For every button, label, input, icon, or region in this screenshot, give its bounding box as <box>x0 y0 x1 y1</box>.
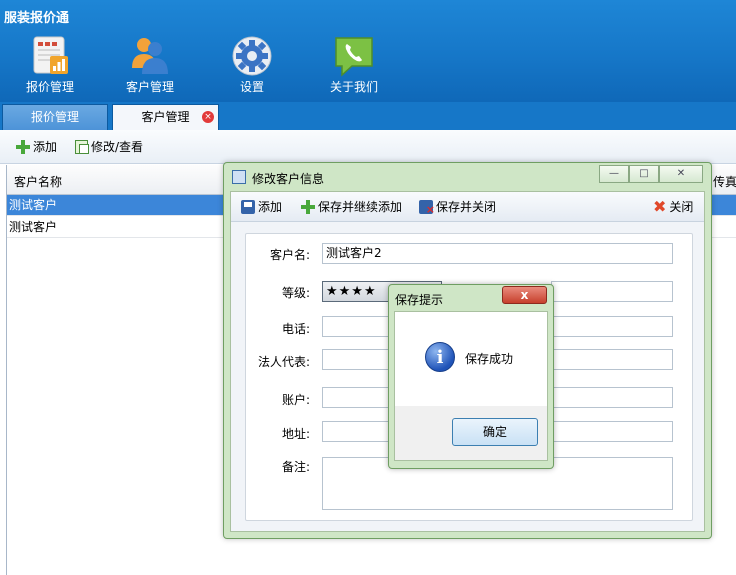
users-icon <box>128 34 172 78</box>
app-header: 服装报价通 报价管理 客户管理 设置 关于我们 <box>0 0 736 102</box>
chart-document-icon <box>28 34 72 78</box>
ribbon-quote-management[interactable]: 报价管理 <box>10 34 90 96</box>
customer-name-label: 客户名: <box>269 248 310 262</box>
save-prompt-dialog: 保存提示 x i 保存成功 确定 <box>388 284 554 469</box>
address-label: 地址: <box>281 427 310 441</box>
save-and-continue-button[interactable]: 保存并继续添加 <box>301 199 402 215</box>
message-text: 保存成功 <box>465 352 514 366</box>
edit-view-button[interactable]: 修改/查看 <box>75 138 143 156</box>
save-icon <box>241 200 255 214</box>
ok-button[interactable]: 确定 <box>452 418 538 446</box>
close-icon: ✖ <box>653 197 667 216</box>
toolbar: 添加 修改/查看 <box>0 130 736 164</box>
add-label: 添加 <box>33 140 58 154</box>
tab-quote-management[interactable]: 报价管理 <box>2 104 108 130</box>
dialog-titlebar[interactable]: 修改客户信息 — □ ✕ <box>224 163 711 191</box>
legal-rep-label: 法人代表: <box>257 355 310 369</box>
save-close-label: 保存并关闭 <box>436 200 497 214</box>
tab-strip: 报价管理 客户管理 × <box>0 102 736 130</box>
tab-customer-management[interactable]: 客户管理 × <box>112 104 219 130</box>
save-and-close-button[interactable]: 保存并关闭 <box>419 199 497 218</box>
message-close-button[interactable]: x <box>502 286 547 304</box>
ribbon-about-us[interactable]: 关于我们 <box>314 34 394 96</box>
save-continue-label: 保存并继续添加 <box>318 200 403 214</box>
account-label: 账户: <box>281 393 310 407</box>
dialog-close-label: 关闭 <box>669 200 694 214</box>
level-label: 等级: <box>281 286 310 300</box>
dialog-toolbar: 添加 保存并继续添加 保存并关闭 ✖ 关闭 <box>231 192 704 222</box>
maximize-button[interactable]: □ <box>629 165 659 183</box>
message-title: 保存提示 <box>395 293 444 307</box>
gear-icon <box>230 34 274 78</box>
plus-icon <box>301 200 315 214</box>
message-footer: 确定 <box>395 406 547 460</box>
customer-name-field[interactable]: 测试客户2 <box>322 243 673 264</box>
dialog-close-button[interactable]: ✖ 关闭 <box>653 199 693 215</box>
edit-icon <box>75 140 89 154</box>
ribbon-label: 设置 <box>239 80 264 94</box>
minimize-button[interactable]: — <box>599 165 629 183</box>
add-button[interactable]: 添加 <box>16 138 57 156</box>
phone-chat-icon <box>332 34 376 78</box>
info-icon: i <box>425 342 455 372</box>
dialog-add-button[interactable]: 添加 <box>241 199 282 215</box>
phone-label: 电话: <box>281 322 310 336</box>
ribbon-settings[interactable]: 设置 <box>212 34 292 96</box>
window-buttons: — □ ✕ <box>599 165 703 183</box>
ribbon-customer-management[interactable]: 客户管理 <box>110 34 190 96</box>
save-close-icon <box>419 200 435 218</box>
message-body: i 保存成功 确定 <box>394 311 548 461</box>
ribbon-label: 客户管理 <box>125 80 174 94</box>
dialog-title: 修改客户信息 <box>252 172 325 186</box>
ribbon-label: 关于我们 <box>329 80 378 94</box>
ribbon-label: 报价管理 <box>25 80 74 94</box>
app-title: 服装报价通 <box>4 11 70 26</box>
tab-label: 客户管理 <box>141 110 190 124</box>
plus-icon <box>16 140 30 154</box>
secondary-field[interactable] <box>551 281 673 302</box>
close-window-button[interactable]: ✕ <box>659 165 703 183</box>
column-header-fax[interactable]: 传真 <box>713 173 736 190</box>
tab-close-icon[interactable]: × <box>202 111 214 123</box>
dialog-add-label: 添加 <box>258 200 283 214</box>
column-header-customer-name[interactable]: 客户名称 <box>14 173 62 190</box>
note-label: 备注: <box>281 460 310 474</box>
tab-label: 报价管理 <box>30 110 79 124</box>
edit-label: 修改/查看 <box>91 140 144 154</box>
window-icon <box>232 170 246 184</box>
